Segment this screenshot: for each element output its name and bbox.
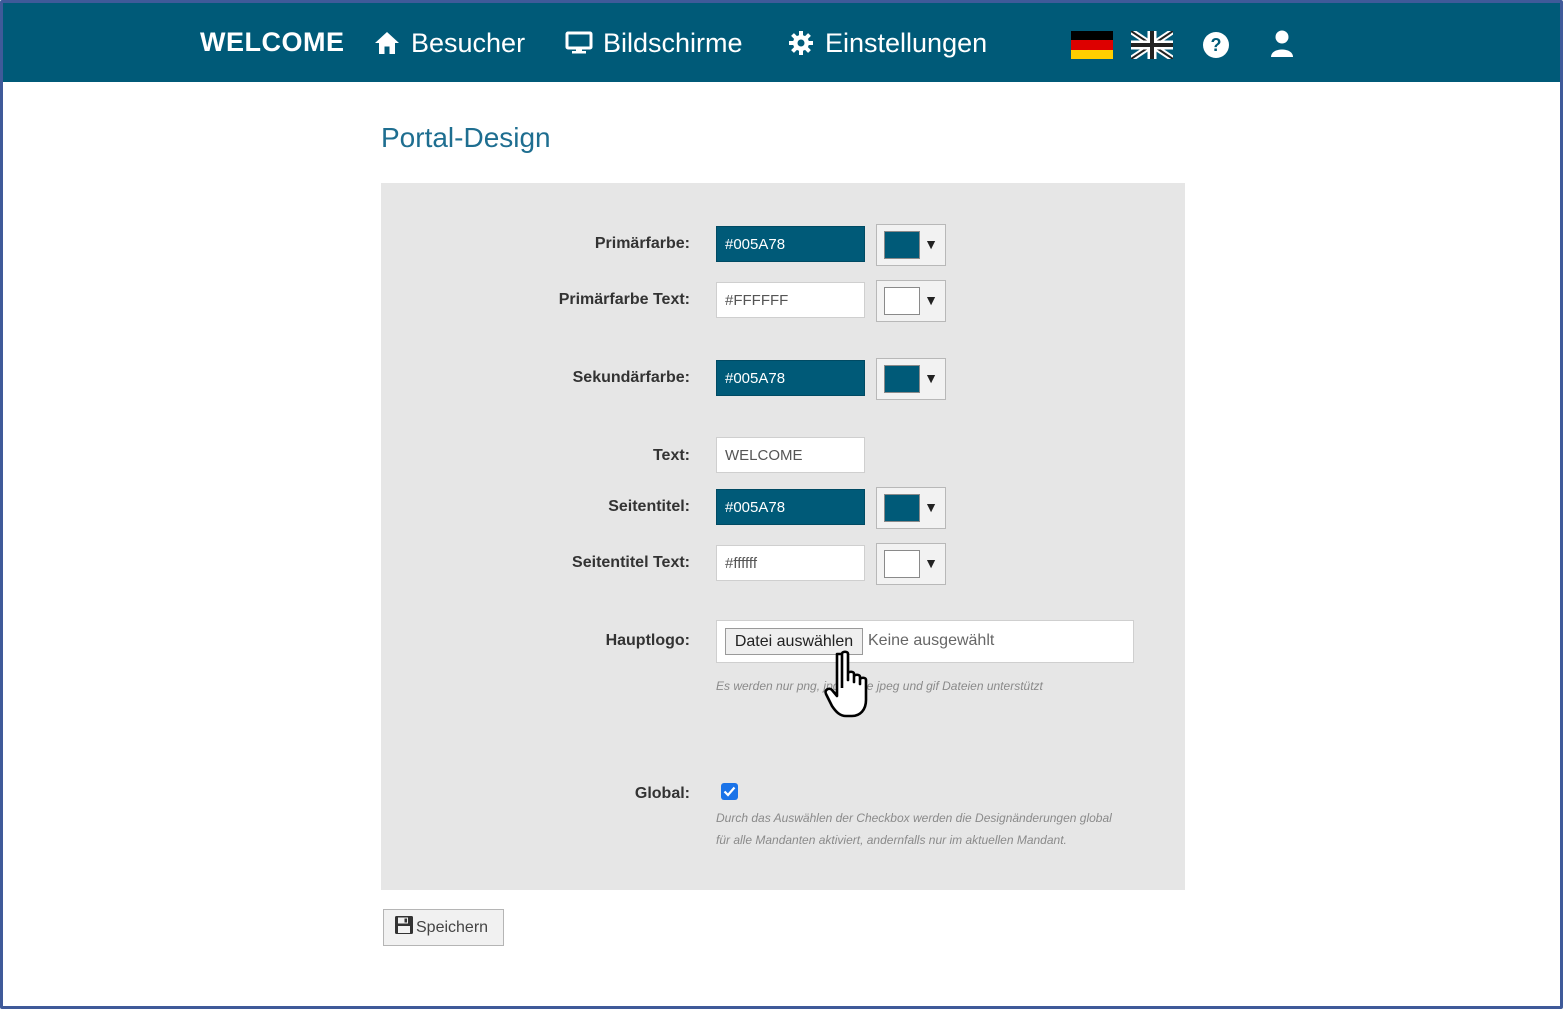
home-icon xyxy=(373,29,401,57)
floppy-disk-icon xyxy=(394,915,414,940)
page-title: Portal-Design xyxy=(381,122,551,153)
flag-de-icon[interactable] xyxy=(1071,31,1113,59)
main-logo-label: Hauptlogo: xyxy=(605,632,690,649)
page-title-color-picker[interactable]: ▼ xyxy=(876,487,946,529)
text-label: Text: xyxy=(652,447,690,464)
color-swatch xyxy=(884,494,920,522)
dropdown-arrow-icon: ▼ xyxy=(924,370,938,386)
page-title-color-input[interactable] xyxy=(716,489,865,525)
page-title-text-color-input[interactable] xyxy=(716,545,865,581)
logo-hint-text: Es werden nur png, jpg sowie jpeg und gi… xyxy=(716,679,1043,693)
page-title-color-label: Seitentitel: xyxy=(608,498,690,515)
primary-color-input[interactable] xyxy=(716,226,865,262)
dropdown-arrow-icon: ▼ xyxy=(924,292,938,308)
color-swatch xyxy=(884,231,920,259)
main-logo-file-input[interactable]: Datei auswählen Keine ausgewählt xyxy=(716,620,1134,663)
secondary-color-label: Sekundärfarbe: xyxy=(572,369,690,386)
page-title-text-color-picker[interactable]: ▼ xyxy=(876,543,946,585)
dropdown-arrow-icon: ▼ xyxy=(924,499,938,515)
svg-text:?: ? xyxy=(1211,35,1222,55)
flag-uk-icon[interactable] xyxy=(1129,28,1175,62)
primary-color-label: Primärfarbe: xyxy=(594,235,690,252)
user-icon[interactable] xyxy=(1269,29,1295,64)
global-label: Global: xyxy=(634,785,690,802)
color-swatch xyxy=(884,365,920,393)
nav-item-label: Einstellungen xyxy=(825,27,988,58)
save-button[interactable]: Speichern xyxy=(383,909,504,946)
brand-link[interactable]: WELCOME xyxy=(200,27,345,58)
checkmark-icon xyxy=(723,786,736,797)
primary-color-picker[interactable]: ▼ xyxy=(876,224,946,266)
file-status-text: Keine ausgewählt xyxy=(868,632,995,649)
dropdown-arrow-icon: ▼ xyxy=(924,236,938,252)
help-icon[interactable]: ? xyxy=(1201,30,1231,65)
global-hint-line-1: Durch das Auswählen der Checkbox werden … xyxy=(716,811,1112,825)
global-checkbox[interactable] xyxy=(721,783,738,800)
nav-item-label: Bildschirme xyxy=(603,27,743,58)
top-navbar: WELCOME Besucher Bildschirme Einstellung… xyxy=(3,3,1560,82)
monitor-icon xyxy=(565,29,593,57)
global-hint-line-2: für alle Mandanten aktiviert, andernfall… xyxy=(716,833,1067,847)
save-button-label: Speichern xyxy=(416,918,489,936)
nav-item-besucher[interactable]: Besucher xyxy=(373,25,525,61)
nav-item-einstellungen[interactable]: Einstellungen xyxy=(787,25,987,61)
primary-text-color-label: Primärfarbe Text: xyxy=(558,291,690,308)
color-swatch xyxy=(884,550,920,578)
color-swatch xyxy=(884,287,920,315)
secondary-color-picker[interactable]: ▼ xyxy=(876,358,946,400)
nav-item-bildschirme[interactable]: Bildschirme xyxy=(565,25,743,61)
hand-cursor-icon xyxy=(820,648,876,725)
primary-text-color-picker[interactable]: ▼ xyxy=(876,280,946,322)
primary-text-color-input[interactable] xyxy=(716,282,865,318)
text-input[interactable] xyxy=(716,437,865,473)
secondary-color-input[interactable] xyxy=(716,360,865,396)
gear-icon xyxy=(787,29,815,57)
nav-item-label: Besucher xyxy=(411,27,526,58)
dropdown-arrow-icon: ▼ xyxy=(924,555,938,571)
page-title-text-color-label: Seitentitel Text: xyxy=(572,554,690,571)
